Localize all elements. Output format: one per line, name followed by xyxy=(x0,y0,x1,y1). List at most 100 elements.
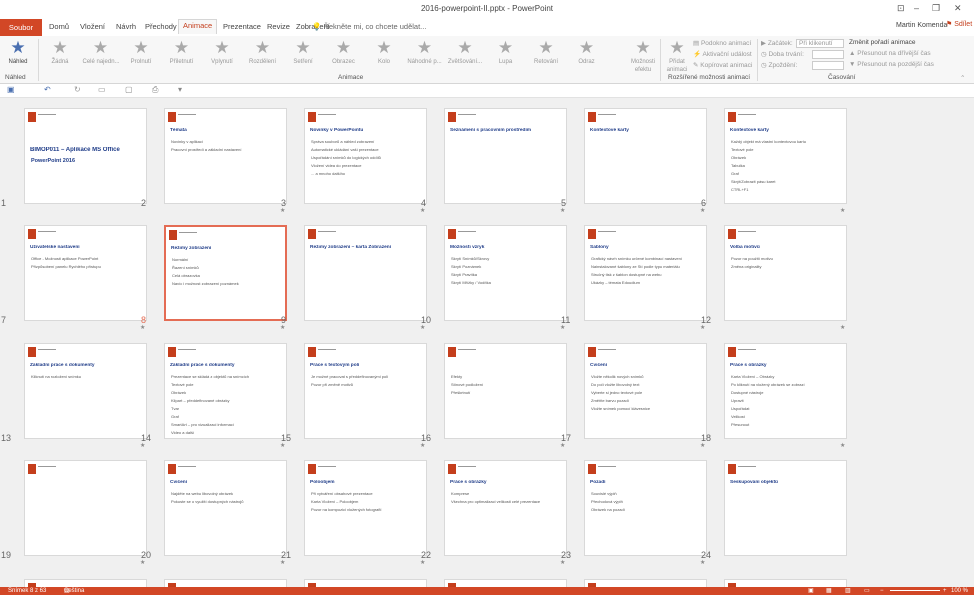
slide-title: Novinky v PowerPointu xyxy=(310,128,364,133)
animation-option[interactable]: ★ Retování xyxy=(528,38,564,66)
print-icon[interactable]: ⎙ xyxy=(152,85,158,95)
tab-insert[interactable]: Vložení xyxy=(80,22,105,31)
animation-option[interactable]: ★ Rozdělení xyxy=(245,38,281,66)
sorter-view-icon[interactable]: ▦ xyxy=(826,587,832,595)
reading-view-icon[interactable]: ▥ xyxy=(845,587,851,595)
zoom-slider[interactable] xyxy=(890,590,940,591)
animation-option-label: Lupa xyxy=(498,59,513,65)
undo-icon[interactable]: ↶ xyxy=(44,85,51,94)
slide-bullet: Ukázky – témata Edoudium xyxy=(591,280,640,285)
slide-bullet: Obrázek xyxy=(731,155,747,160)
redo-icon[interactable]: ↻ xyxy=(74,85,81,94)
tab-design[interactable]: Návrh xyxy=(116,22,136,31)
slide-thumbnail[interactable]: Poloobjem Při vytváření obsahové prezenta… xyxy=(304,460,427,556)
close-icon[interactable]: ✕ xyxy=(954,3,962,14)
minimize-icon[interactable]: – xyxy=(914,3,919,13)
tab-review[interactable]: Revize xyxy=(267,22,290,31)
collapse-ribbon-icon[interactable]: ⌃ xyxy=(960,74,965,82)
start-dropdown[interactable]: Při klikenutí xyxy=(796,39,844,48)
slide-bullet: ... a mnoho dalšího xyxy=(311,171,346,176)
delay-input[interactable] xyxy=(812,61,844,70)
slide-thumbnail[interactable]: Práce s obrázky Karta Vložení – Obrázky Po… xyxy=(724,343,847,439)
animation-option[interactable]: ★ Náhodné p... xyxy=(407,38,443,66)
user-name[interactable]: Martin Komenda xyxy=(896,22,947,29)
slide-thumbnail[interactable]: Základní práce s dokumenty Prezentace se … xyxy=(164,343,287,439)
animation-option[interactable]: ★ Obrazec xyxy=(326,38,362,66)
trigger-button[interactable]: ⚡ Aktivační událost xyxy=(693,50,752,58)
slide-thumbnail[interactable]: Režimy zobrazení – karta Zobrazení xyxy=(304,225,427,321)
slide-thumbnail[interactable]: Základní práce s dokumenty Kliknutí na ro… xyxy=(24,343,147,439)
slide-title: Volba motivů xyxy=(730,245,760,250)
slide-thumbnail[interactable] xyxy=(724,579,847,587)
zoom-out-icon[interactable]: − xyxy=(880,587,884,595)
save-icon[interactable]: ▣ xyxy=(7,85,15,94)
slide-thumbnail[interactable]: Kontextové karty Každý objekt má vlastní … xyxy=(724,108,847,204)
zoom-in-icon[interactable]: + xyxy=(943,587,947,595)
tell-me-search[interactable]: 💡 Řekněte mi, co chcete udělat... xyxy=(312,22,426,31)
slide-thumbnail[interactable]: Kontextové karty xyxy=(584,108,707,204)
slide-thumbnail[interactable]: Práce s obrázky Komprese Všechna pro optim… xyxy=(444,460,567,556)
ribbon-display-icon[interactable]: ⊡ xyxy=(897,3,905,14)
slide-thumbnail[interactable]: Novinky v PowerPointu Správa souborů a ná… xyxy=(304,108,427,204)
slide-thumbnail[interactable]: Efekty Stínové podložení Přeškrtnutí xyxy=(444,343,567,439)
animation-option[interactable]: ★ Odraz xyxy=(569,38,605,66)
preview-button[interactable]: ★ Náhled xyxy=(0,38,36,66)
slide-thumbnail[interactable] xyxy=(584,579,707,587)
slide-thumbnail[interactable]: BIMOP011 – Aplikace MS Office PowerPoint … xyxy=(24,108,147,204)
new-icon[interactable]: ▢ xyxy=(125,85,133,94)
animation-option[interactable]: ★ Žádná xyxy=(42,38,78,66)
animation-option[interactable]: ★ Kolo xyxy=(366,38,402,66)
slideshow-view-icon[interactable]: ▭ xyxy=(864,587,870,595)
duration-input[interactable] xyxy=(812,50,844,59)
slide-thumbnail[interactable]: Témata Novinky v aplikaci Pracovní prostře… xyxy=(164,108,287,204)
slide-thumbnail[interactable]: Práce s textovým polí Je možné pracovat s… xyxy=(304,343,427,439)
animation-pane-button[interactable]: ▤ Podokno animací xyxy=(693,39,751,47)
move-later-button[interactable]: ▼ Přesunout na pozdější čas xyxy=(849,61,934,68)
share-button[interactable]: ⚑ Sdílet xyxy=(946,20,972,34)
animation-option[interactable]: ★ Přiletnutí xyxy=(164,38,200,66)
slide-thumbnail[interactable] xyxy=(164,579,287,587)
tab-file[interactable]: Soubor xyxy=(0,19,42,36)
slide-thumbnail[interactable]: Možnosti vzryk Skrytí Snímků/Skrovy Skrytí… xyxy=(444,225,567,321)
zoom-level[interactable]: 100 % xyxy=(951,587,968,595)
slide-thumbnail[interactable] xyxy=(24,579,147,587)
move-earlier-button[interactable]: ▲ Přesunout na dřívější čas xyxy=(849,50,931,57)
logo-text-bar xyxy=(598,231,616,232)
slide-thumbnail[interactable] xyxy=(24,460,147,556)
restore-icon[interactable]: ❐ xyxy=(932,3,940,14)
slide-thumbnail[interactable]: Pozadí Souvislé výplň Přechodová výplň Obrá… xyxy=(584,460,707,556)
slide-bullet: Do polí vložte libovolný text xyxy=(591,382,640,387)
effect-options-button[interactable]: ★ Možnosti efektu xyxy=(627,38,659,74)
tab-slideshow[interactable]: Prezentace xyxy=(223,22,261,31)
animation-option[interactable]: ★ Celé najedn... xyxy=(83,38,120,66)
customize-qat-icon[interactable]: ▾ xyxy=(178,85,182,94)
group-timing-label: Časování xyxy=(828,74,856,81)
slide-thumbnail[interactable]: Volba motivů Pozor na použití motivu Změna… xyxy=(724,225,847,321)
slide-thumbnail[interactable]: Uživatelské nastavení Office - Možnosti a… xyxy=(24,225,147,321)
animation-star-icon: ★ xyxy=(335,38,352,57)
slideshow-icon[interactable]: ▭ xyxy=(98,85,106,94)
slide-bullet: Přechodová výplň xyxy=(591,499,623,504)
slide-bullet: Vložte několik nových snímků xyxy=(591,374,644,379)
slide-thumbnail[interactable]: Režimy zobrazení Normální Řazení snímků Cel… xyxy=(164,225,287,321)
add-animation-button[interactable]: ★ Přidat animaci xyxy=(662,38,692,74)
tab-animations[interactable]: Animace xyxy=(178,19,218,34)
animation-painter-button[interactable]: ✎ Kopírovat animaci xyxy=(693,61,752,69)
slide-thumbnail[interactable]: Seskupování objektů xyxy=(724,460,847,556)
normal-view-icon[interactable]: ▣ xyxy=(808,587,814,595)
triangle-down-icon: ▼ xyxy=(849,61,856,68)
animation-option[interactable]: ★ Setření xyxy=(285,38,321,66)
tab-transitions[interactable]: Přechody xyxy=(145,22,177,31)
slide-thumbnail[interactable] xyxy=(444,579,567,587)
animation-option[interactable]: ★ Prolnutí xyxy=(123,38,159,66)
slide-thumbnail[interactable]: Šablony Grafický návrh snímku určené komb… xyxy=(584,225,707,321)
slide-thumbnail[interactable]: Cvičení Vložte několik nových snímků Do po… xyxy=(584,343,707,439)
slide-thumbnail[interactable]: Cvičení Najděte na webu libovolný obrázek… xyxy=(164,460,287,556)
animation-option[interactable]: ★ Lupa xyxy=(488,38,524,66)
slide-thumbnail[interactable] xyxy=(304,579,427,587)
animation-option[interactable]: ★ Vplynutí xyxy=(204,38,240,66)
tab-home[interactable]: Domů xyxy=(49,22,69,31)
animation-option[interactable]: ★ Zvětšování... xyxy=(447,38,483,66)
slide-thumbnail[interactable]: Seznámení s pracovním prostředím xyxy=(444,108,567,204)
ribbon-tabs: Soubor Domů Vložení Návrh Přechody Anima… xyxy=(0,19,974,36)
